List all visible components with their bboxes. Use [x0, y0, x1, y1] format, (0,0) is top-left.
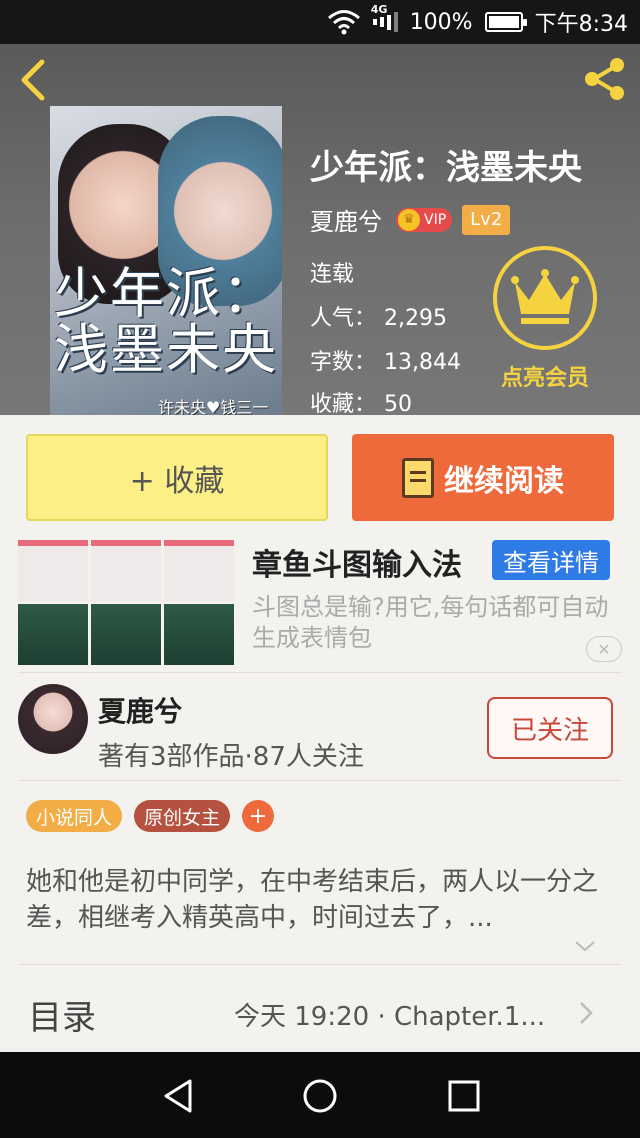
popularity: 人气： 2,295 [310, 300, 447, 332]
battery-percent: 100% [409, 9, 473, 35]
favorites-count: 收藏： 50 [310, 386, 412, 415]
favorites-value: 50 [384, 392, 413, 415]
author-card-name[interactable]: 夏鹿兮 [98, 690, 182, 730]
cell-signal-icon: 4G [371, 3, 398, 33]
nav-recents-icon[interactable] [444, 1076, 484, 1116]
word-count-value: 13,844 [384, 350, 461, 375]
collect-button[interactable]: + 收藏 [26, 434, 328, 521]
add-tag-button[interactable]: + [242, 800, 274, 832]
clock: 下午8:34 [534, 12, 628, 37]
continue-reading-button[interactable]: 继续阅读 [352, 434, 614, 521]
avatar[interactable] [18, 684, 88, 754]
cover-title: 少年派：浅墨未央 [54, 262, 278, 381]
crown-icon: ♛ [398, 208, 420, 231]
chevron-down-icon[interactable] [574, 936, 596, 956]
share-icon[interactable] [580, 54, 630, 104]
author-row: 夏鹿兮 ♛ VIP Lv2 [310, 202, 511, 237]
activate-member-button[interactable]: 点亮会员 [490, 246, 600, 396]
synopsis[interactable]: 她和他是初中同学，在中考结束后，两人以一分之差，相继考入精英高中，时间过去了，.… [26, 864, 618, 936]
tag-original-heroine[interactable]: 原创女主 [134, 800, 231, 832]
vip-badge: ♛ VIP [396, 207, 453, 232]
wifi-icon [327, 9, 361, 35]
status-bar: 4G 100% 下午8:34 [0, 0, 640, 44]
member-label: 点亮会员 [500, 366, 589, 391]
favorites-label: 收藏： [310, 392, 377, 415]
cover-subtitle: 许未央♥钱三一 [158, 398, 269, 415]
ad-close-icon[interactable]: ✕ [586, 636, 622, 662]
author-name[interactable]: 夏鹿兮 [310, 202, 382, 237]
table-of-contents-label[interactable]: 目录 [28, 990, 96, 1039]
word-count-label: 字数： [310, 350, 377, 375]
divider [18, 780, 622, 781]
nav-home-icon[interactable] [300, 1076, 340, 1116]
member-crown-icon [493, 246, 597, 350]
continue-reading-label: 继续阅读 [444, 463, 564, 499]
back-icon[interactable] [14, 56, 54, 104]
popularity-value: 2,295 [384, 306, 447, 331]
vip-label: VIP [424, 211, 447, 228]
ad-description: 斗图总是输?用它,每句话都可自动生成表情包 [252, 593, 609, 652]
ad-thumbnail[interactable] [18, 540, 234, 665]
author-card-stats: 著有3部作品·87人关注 [98, 742, 364, 772]
latest-chapter[interactable]: 今天 19:20 · Chapter.1... [234, 996, 545, 1033]
ad-detail-button[interactable]: 查看详情 [492, 540, 610, 580]
chevron-right-icon[interactable] [576, 1000, 596, 1026]
nav-back-icon[interactable] [158, 1076, 198, 1116]
book-cover[interactable]: 少年派：浅墨未央 许未央♥钱三一 [50, 106, 282, 415]
divider [18, 672, 622, 673]
word-count: 字数： 13,844 [310, 344, 461, 376]
follow-button[interactable]: 已关注 [487, 697, 613, 759]
book-icon [402, 457, 434, 498]
serial-status: 连载 [310, 262, 355, 287]
tag-fanfiction[interactable]: 小说同人 [26, 800, 123, 832]
level-badge: Lv2 [462, 204, 511, 235]
network-type: 4G [370, 3, 388, 16]
book-header: 少年派：浅墨未央 许未央♥钱三一 少年派：浅墨未央 夏鹿兮 ♛ VIP Lv2 … [0, 44, 640, 415]
popularity-label: 人气： [310, 306, 377, 331]
battery-icon [484, 12, 527, 32]
system-nav-bar [0, 1052, 640, 1138]
book-title: 少年派：浅墨未央 [310, 148, 582, 188]
divider [18, 964, 622, 965]
ad-title[interactable]: 章鱼斗图输入法 [252, 540, 462, 584]
